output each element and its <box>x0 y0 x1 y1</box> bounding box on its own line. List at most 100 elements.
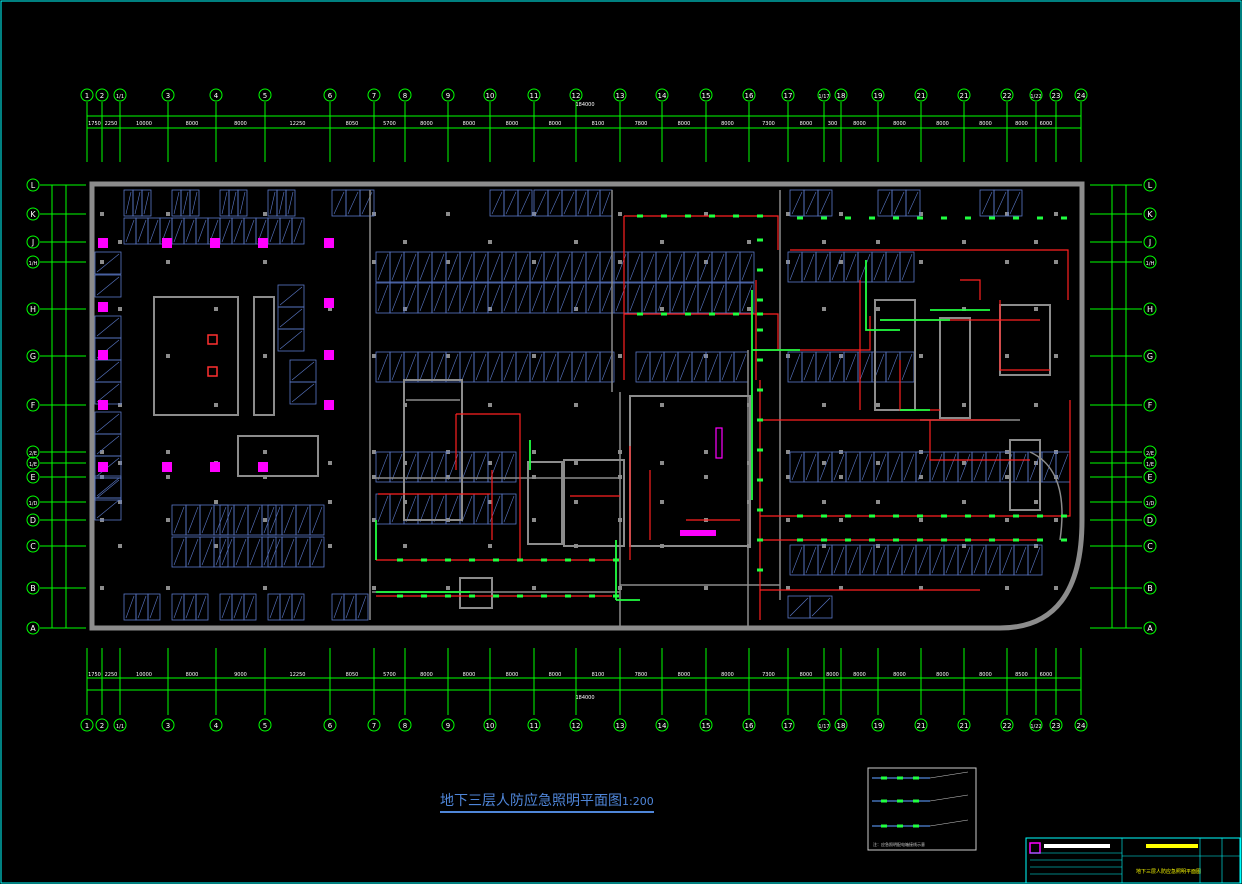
parking-bay-mark <box>811 597 831 617</box>
row-label-C: C <box>30 542 36 551</box>
dimension-text: 8000 <box>506 672 519 678</box>
parking-bay-mark <box>901 353 913 381</box>
parking-bay-mark <box>279 330 303 350</box>
distribution-panel <box>680 530 716 536</box>
parking-bay-mark <box>903 453 915 481</box>
parking-bay-mark <box>345 595 355 619</box>
structural-column <box>263 586 267 590</box>
parking-bay-mark <box>847 453 859 481</box>
dimension-text: 8000 <box>420 121 433 127</box>
grid-label-12: 12 <box>572 92 581 100</box>
grid-label-21: 21 <box>917 92 926 100</box>
emergency-light-fixture <box>989 216 995 220</box>
emergency-light-fixture <box>517 594 523 598</box>
building-core <box>874 299 916 411</box>
structural-column <box>704 475 708 479</box>
structural-column <box>786 475 790 479</box>
parking-bay-mark <box>405 495 417 523</box>
drawing-scale: 1:200 <box>622 795 654 808</box>
emergency-light-fixture <box>757 328 763 332</box>
parking-bay-mark <box>185 219 195 243</box>
dimension-text: 8000 <box>549 121 562 127</box>
emergency-light-fixture <box>965 538 971 542</box>
dimension-text: 8000 <box>678 121 691 127</box>
emergency-light-fixture <box>797 514 803 518</box>
structural-column <box>328 461 332 465</box>
parking-bay-mark <box>671 284 683 312</box>
dimension-text: 8100 <box>592 672 605 678</box>
title-block-drawing-name: 地下三层人防应急照明平面图 <box>1136 868 1201 875</box>
parking-bay-mark <box>182 191 189 215</box>
structural-column <box>574 240 578 244</box>
grid-label-17: 17 <box>784 92 793 100</box>
parking-bay-mark <box>461 284 473 312</box>
equipment-box <box>98 350 108 360</box>
project-name-bar <box>1146 844 1198 848</box>
parking-bay-mark <box>215 506 227 534</box>
parking-bay-mark <box>279 286 303 306</box>
emergency-light-fixture <box>757 538 763 542</box>
parking-bay-mark <box>503 284 515 312</box>
parking-bay-mark <box>433 284 445 312</box>
emergency-light-fixture <box>493 594 499 598</box>
grid-label-8: 8 <box>403 92 407 100</box>
parking-bay-mark <box>819 546 831 574</box>
parking-bay-mark <box>819 191 831 215</box>
parking-bay-mark <box>563 191 575 215</box>
parking-bay-mark <box>287 191 294 215</box>
grid-label-16: 16 <box>745 722 754 730</box>
parking-bay-mark <box>433 353 445 381</box>
emergency-light-fixture <box>893 538 899 542</box>
structural-column <box>403 240 407 244</box>
emergency-light-fixture <box>757 214 763 218</box>
dimension-text: 8000 <box>721 121 734 127</box>
circuit-red <box>756 316 871 351</box>
parking-bay-mark <box>831 353 843 381</box>
structural-column <box>1054 212 1058 216</box>
parking-bay-mark <box>311 538 323 566</box>
parking-bay-mark <box>713 284 725 312</box>
row-label-D: D <box>30 516 36 525</box>
grid-label-23: 23 <box>1052 722 1061 730</box>
company-name-bar <box>1044 844 1110 848</box>
parking-bay-mark <box>283 538 295 566</box>
structural-column <box>574 500 578 504</box>
structural-column <box>919 518 923 522</box>
parking-bay-mark <box>945 453 957 481</box>
structural-column <box>822 500 826 504</box>
structural-column <box>574 403 578 407</box>
parking-bay-mark <box>125 219 135 243</box>
parking-bay-mark <box>377 453 389 481</box>
emergency-light-fixture <box>821 538 827 542</box>
parking-bay-mark <box>269 538 281 566</box>
parking-bay-mark <box>629 284 641 312</box>
structural-column <box>166 260 170 264</box>
row-label-J: J <box>1148 238 1151 247</box>
parking-bay-mark <box>143 191 150 215</box>
building-core <box>237 435 319 477</box>
structural-column <box>618 354 622 358</box>
parking-bay-mark <box>461 453 473 481</box>
grid-label-17: 17 <box>784 722 793 730</box>
emergency-light-fixture <box>917 538 923 542</box>
parking-bay-mark <box>333 595 343 619</box>
equipment-box <box>98 400 108 410</box>
partition-wall <box>1029 451 1063 541</box>
parking-bay-mark <box>629 253 641 281</box>
row-label-K: K <box>1147 210 1153 219</box>
dimension-text: 8000 <box>853 121 866 127</box>
emergency-light-fixture <box>757 478 763 482</box>
structural-column <box>532 260 536 264</box>
structural-column <box>166 212 170 216</box>
grid-label-1/22: 1/22 <box>1030 94 1041 100</box>
parking-bay-mark <box>573 284 585 312</box>
row-label-2/E: 2/E <box>1146 451 1154 457</box>
dimension-text: 8000 <box>420 672 433 678</box>
parking-bay-mark <box>447 253 459 281</box>
grid-label-1/22: 1/22 <box>1030 724 1041 730</box>
parking-bay-mark <box>475 353 487 381</box>
parking-bay-mark <box>817 353 829 381</box>
parking-bay-mark <box>671 253 683 281</box>
equipment-box <box>258 238 268 248</box>
parking-bay-mark <box>859 253 871 281</box>
